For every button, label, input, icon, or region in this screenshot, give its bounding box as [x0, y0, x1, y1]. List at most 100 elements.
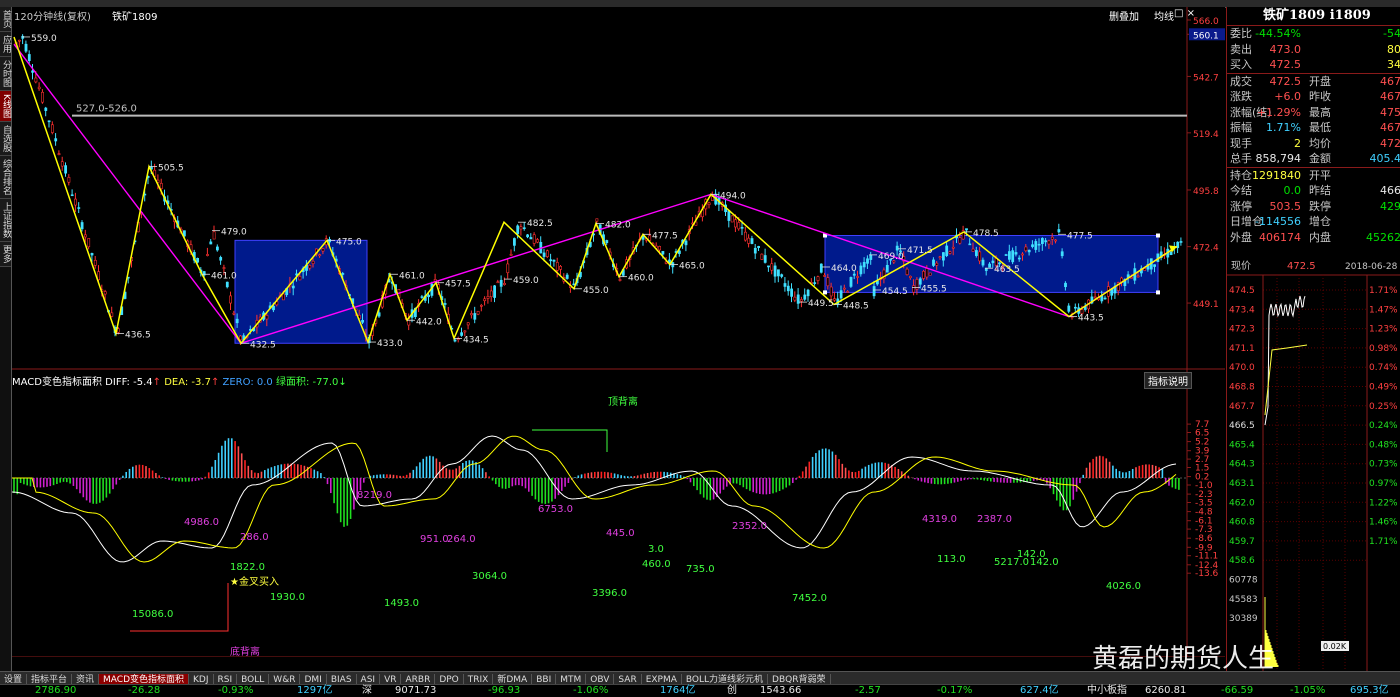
- status-value: 1543.66: [760, 685, 801, 697]
- candle-body: [975, 250, 977, 255]
- quote-row: 持仓1291840开平: [1227, 167, 1400, 184]
- nav-item-4[interactable]: 自选股: [0, 122, 11, 156]
- candle-body: [553, 260, 555, 261]
- nav-item-3[interactable]: K线图: [0, 91, 11, 122]
- candle-body: [230, 296, 232, 303]
- candle-body: [1018, 258, 1020, 259]
- candle-body: [913, 286, 915, 293]
- candle-body: [233, 313, 235, 314]
- mini-left-axis-label: 30389: [1229, 614, 1258, 624]
- candle-body: [758, 246, 760, 247]
- intraday-mini-chart[interactable]: 现价472.52018-06-28474.5473.4472.3471.1470…: [1226, 257, 1400, 671]
- quote-value-2: 467: [1380, 120, 1400, 136]
- macd-axis-label: -13.6: [1195, 569, 1219, 579]
- candle-body: [206, 254, 208, 255]
- candle-body: [378, 313, 380, 317]
- annotation-label: 459.0: [513, 276, 539, 286]
- candle-body: [784, 283, 786, 286]
- mini-price-label: 现价: [1231, 260, 1251, 272]
- macd-area-label: 2387.0: [977, 514, 1012, 525]
- mini-left-axis-label: 466.5: [1229, 421, 1255, 431]
- mini-right-axis-label: 0.97%: [1369, 479, 1398, 489]
- nav-item-6[interactable]: 上证指数: [0, 199, 11, 242]
- macd-area-label: 4026.0: [1106, 581, 1141, 592]
- candle-body: [764, 255, 766, 262]
- candle-body: [800, 300, 802, 302]
- candle-body: [533, 235, 535, 244]
- candle-body: [847, 291, 849, 292]
- candle-body: [464, 331, 466, 332]
- quote-value: 472.5: [1270, 74, 1302, 90]
- quote-value-2: 405.4: [1370, 151, 1400, 167]
- candle-body: [239, 336, 241, 340]
- annotation-label: 443.5: [1078, 314, 1104, 324]
- mini-left-axis-label: 462.0: [1229, 498, 1255, 508]
- nav-item-2[interactable]: 分时图: [0, 57, 11, 91]
- annotation-label: 464.0: [831, 264, 857, 274]
- mini-left-axis-label: 471.1: [1229, 344, 1255, 354]
- mini-right-axis-label: 0.25%: [1369, 402, 1398, 412]
- annotation-label: 465.0: [679, 262, 705, 272]
- candle-body: [1130, 277, 1132, 278]
- quote-value: +1.29%: [1257, 105, 1301, 121]
- indicator-help-button[interactable]: 指标说明: [1144, 372, 1192, 389]
- quote-value: 1291840: [1252, 168, 1301, 184]
- quote-label: 委比: [1230, 26, 1252, 42]
- candle-body: [830, 287, 832, 296]
- annotation-label: 455.0: [583, 286, 609, 296]
- candle-body: [866, 259, 868, 264]
- candle-body: [777, 270, 779, 276]
- annotation-label: 442.0: [416, 317, 442, 327]
- index-status-bar: 2786.90-26.28-0.93%1297亿深9071.73-96.93-1…: [0, 684, 1400, 697]
- annotation-label: 471.5: [907, 246, 933, 256]
- candle-body: [873, 286, 875, 295]
- mini-left-axis-label: 473.4: [1229, 305, 1255, 315]
- candle-body: [998, 263, 1000, 264]
- candle-body: [840, 291, 842, 298]
- annotation-label: 461.0: [399, 271, 425, 281]
- quote-row: 卖出473.080: [1227, 42, 1400, 58]
- macd-area-label: 4319.0: [922, 514, 957, 525]
- candle-body: [942, 253, 944, 261]
- candle-body: [843, 288, 845, 289]
- candle-body: [226, 282, 228, 287]
- quote-row: 涨跌+6.0昨收467: [1227, 89, 1400, 105]
- quote-label: 现手: [1230, 136, 1252, 152]
- mini-right-axis-label: 0.24%: [1369, 421, 1398, 431]
- macd-diff: DIFF: -5.4: [105, 377, 152, 388]
- watermark-text: 黄磊的期货人生: [1092, 638, 1274, 675]
- candle-body: [322, 249, 324, 252]
- quote-value-2: 80: [1387, 42, 1400, 58]
- chart-area[interactable]: 566.0560.1542.7519.4495.8472.4449.1527.0…: [12, 7, 1225, 657]
- candle-body: [500, 280, 502, 286]
- candle-body: [824, 275, 826, 276]
- quote-label: 持仓: [1230, 168, 1252, 184]
- nav-item-1[interactable]: 应用: [0, 32, 11, 57]
- candle-body: [659, 246, 661, 250]
- candle-body: [454, 340, 456, 341]
- nav-item-0[interactable]: 首页: [0, 7, 11, 32]
- candle-body: [781, 275, 783, 277]
- annotation-label: 494.0: [720, 191, 746, 201]
- candle-body: [619, 280, 621, 281]
- quote-label: 卖出: [1230, 42, 1252, 58]
- annotation-label: 433.0: [377, 339, 403, 349]
- candle-body: [1058, 229, 1060, 231]
- candle-body: [543, 253, 545, 257]
- candle-body: [804, 295, 806, 299]
- candle-body: [477, 311, 479, 314]
- window-buttons[interactable]: □ ×: [1174, 8, 1195, 19]
- nav-item-5[interactable]: 综合排名: [0, 156, 11, 199]
- quote-value: -114556: [1255, 214, 1301, 230]
- mini-vol-tag: 0.02K: [1323, 642, 1347, 651]
- candle-body: [1028, 250, 1030, 252]
- remove-overlay-button[interactable]: 删叠加: [1109, 8, 1139, 23]
- quote-value-2: 466: [1380, 183, 1400, 199]
- nav-item-7[interactable]: 更多: [0, 242, 11, 267]
- quote-row: 日增仓-114556增仓: [1227, 214, 1400, 230]
- kline-chart-svg[interactable]: 566.0560.1542.7519.4495.8472.4449.1527.0…: [12, 7, 1225, 657]
- candle-body: [41, 92, 43, 102]
- quote-value-2: 34: [1387, 57, 1400, 73]
- moving-average-button[interactable]: 均线: [1154, 8, 1174, 23]
- golden-cross-label: ★金叉买入: [230, 575, 279, 588]
